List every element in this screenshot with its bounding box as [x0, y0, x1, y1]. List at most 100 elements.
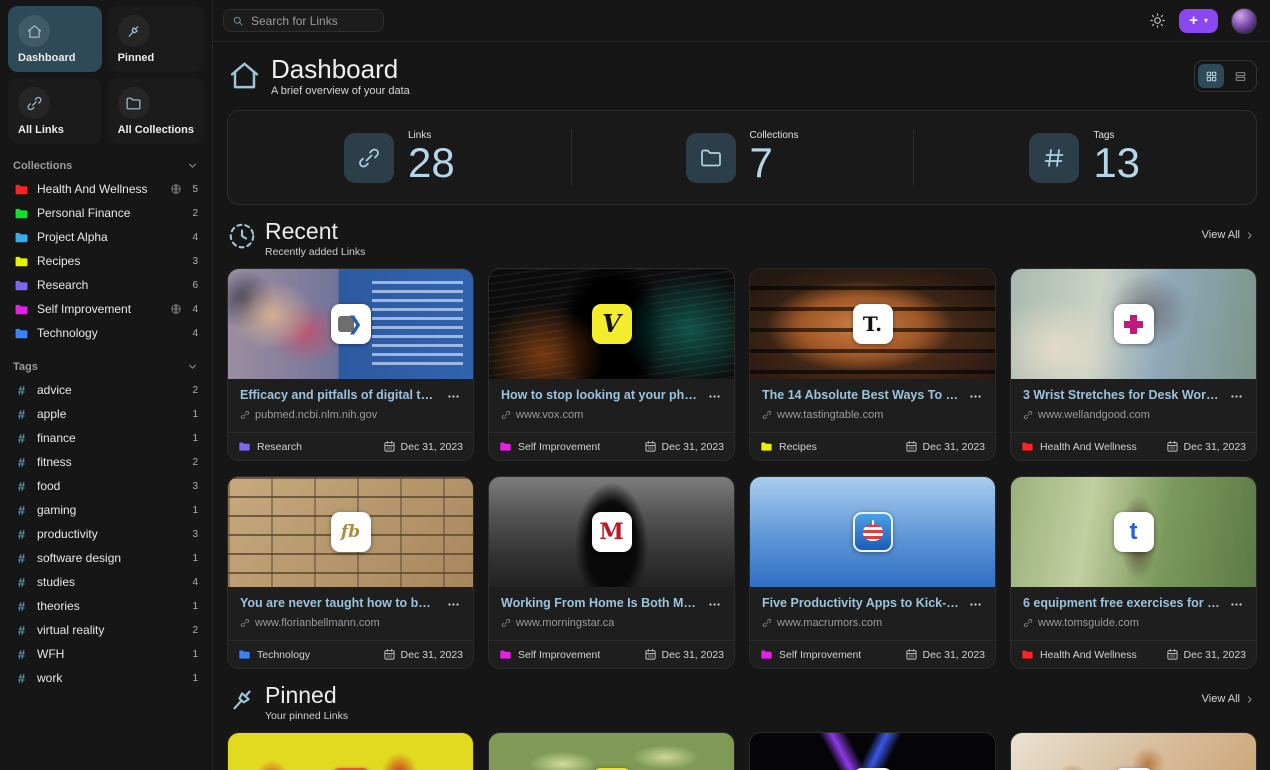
collection-item-self-improvement[interactable]: Self Improvement4 — [8, 297, 204, 321]
card-menu-button[interactable] — [707, 597, 722, 612]
search-bar[interactable] — [223, 9, 384, 32]
site-favicon — [1114, 304, 1154, 344]
add-new-button[interactable]: + ▾ — [1179, 9, 1218, 33]
recent-view-all-link[interactable]: View All — [1202, 229, 1255, 241]
tag-item-fitness[interactable]: #fitness2 — [8, 450, 204, 474]
link-card[interactable]: t6 equipment free exercises for sculptin… — [1010, 476, 1257, 669]
link-icon — [26, 95, 43, 112]
tag-item-finance[interactable]: #finance1 — [8, 426, 204, 450]
sidebar-item-all-links[interactable]: All Links — [8, 78, 102, 144]
sidebar-item-all-collections[interactable]: All Collections — [108, 78, 204, 144]
link-url-row: www.vox.com — [501, 409, 722, 421]
stat-collections: Collections7 — [571, 111, 914, 204]
collections-section-header[interactable]: Collections — [13, 159, 199, 172]
tag-count: 1 — [190, 505, 198, 516]
tag-item-wfh[interactable]: #WFH1 — [8, 642, 204, 666]
link-card[interactable]: Five Productivity Apps to Kick-Start the… — [749, 476, 996, 669]
card-collection-chip[interactable]: Health And Wellness — [1021, 440, 1137, 453]
tag-item-advice[interactable]: #advice2 — [8, 378, 204, 402]
tag-item-virtual-reality[interactable]: #virtual reality2 — [8, 618, 204, 642]
sidebar-item-dashboard[interactable]: Dashboard — [8, 6, 102, 72]
link-title: Efficacy and pitfalls of digital technol… — [240, 388, 438, 402]
card-menu-button[interactable] — [446, 389, 461, 404]
topbar: + ▾ — [213, 0, 1270, 42]
link-url: www.tastingtable.com — [777, 409, 883, 421]
tag-name: software design — [37, 551, 182, 565]
card-menu-button[interactable] — [707, 389, 722, 404]
card-menu-button[interactable] — [446, 597, 461, 612]
collection-item-recipes[interactable]: Recipes3 — [8, 249, 204, 273]
tag-count: 1 — [190, 673, 198, 684]
tag-count: 4 — [190, 577, 198, 588]
link-card[interactable]: ❯Efficacy and pitfalls of digital techno… — [227, 268, 474, 461]
card-collection-chip[interactable]: Research — [238, 440, 302, 453]
tag-item-apple[interactable]: #apple1 — [8, 402, 204, 426]
pinned-link-card[interactable] — [488, 732, 735, 770]
tag-item-gaming[interactable]: #gaming1 — [8, 498, 204, 522]
list-view-button[interactable] — [1227, 64, 1253, 88]
collection-name: Recipes — [779, 441, 817, 453]
link-card[interactable]: T.The 14 Absolute Best Ways To Elevate F… — [749, 268, 996, 461]
link-card[interactable]: VHow to stop looking at your phone - Vox… — [488, 268, 735, 461]
card-menu-button[interactable] — [968, 389, 983, 404]
user-avatar[interactable] — [1231, 8, 1257, 34]
tag-name: theories — [37, 599, 182, 613]
search-input[interactable] — [251, 14, 375, 28]
tag-item-food[interactable]: #food3 — [8, 474, 204, 498]
hash-icon — [1042, 146, 1066, 170]
link-card[interactable]: 3 Wrist Stretches for Desk Workers to D.… — [1010, 268, 1257, 461]
card-collection-chip[interactable]: Recipes — [760, 440, 817, 453]
tag-item-studies[interactable]: #studies4 — [8, 570, 204, 594]
card-collection-chip[interactable]: Health And Wellness — [1021, 648, 1137, 661]
pinned-link-card[interactable] — [1010, 732, 1257, 770]
link-title: 3 Wrist Stretches for Desk Workers to D.… — [1023, 388, 1221, 402]
collection-name: Recipes — [37, 254, 182, 268]
card-menu-button[interactable] — [968, 597, 983, 612]
nav-item-label: All Links — [18, 124, 64, 136]
card-menu-button[interactable] — [1229, 597, 1244, 612]
favicon-letter: fb — [341, 524, 360, 541]
tag-item-software-design[interactable]: #software design1 — [8, 546, 204, 570]
recent-title: Recent — [265, 220, 365, 243]
collection-item-research[interactable]: Research6 — [8, 273, 204, 297]
collection-item-technology[interactable]: Technology4 — [8, 321, 204, 345]
link-card[interactable]: MWorking From Home Is Both More and L...… — [488, 476, 735, 669]
theme-toggle-sun-icon[interactable] — [1149, 12, 1166, 29]
card-menu-button[interactable] — [1229, 389, 1244, 404]
pinned-link-card[interactable] — [227, 732, 474, 770]
link-thumbnail — [1011, 733, 1256, 770]
pinned-title: Pinned — [265, 684, 348, 707]
collection-item-health-and-wellness[interactable]: Health And Wellness5 — [8, 177, 204, 201]
sidebar-item-pinned[interactable]: Pinned — [108, 6, 204, 72]
tag-item-theories[interactable]: #theories1 — [8, 594, 204, 618]
card-collection-chip[interactable]: Self Improvement — [499, 440, 600, 453]
view-all-label: View All — [1202, 229, 1240, 241]
tag-count: 2 — [190, 625, 198, 636]
pinned-view-all-link[interactable]: View All — [1202, 693, 1255, 705]
tag-item-productivity[interactable]: #productivity3 — [8, 522, 204, 546]
globe-icon — [170, 183, 182, 195]
calendar-icon — [383, 440, 396, 453]
link-url-row: www.tomsguide.com — [1023, 617, 1244, 629]
view-all-label: View All — [1202, 693, 1240, 705]
collection-count: 4 — [190, 328, 198, 339]
link-card[interactable]: fbYou are never taught how to build qual… — [227, 476, 474, 669]
grid-view-button[interactable] — [1198, 64, 1224, 88]
link-thumbnail: T. — [750, 269, 995, 379]
card-collection-chip[interactable]: Self Improvement — [499, 648, 600, 661]
hash-icon: # — [14, 383, 29, 398]
collection-name: Self Improvement — [779, 649, 861, 661]
link-url: www.florianbellmann.com — [255, 617, 380, 629]
folder-icon — [1021, 648, 1034, 661]
tags-section-header[interactable]: Tags — [13, 360, 199, 373]
collection-item-personal-finance[interactable]: Personal Finance2 — [8, 201, 204, 225]
tag-name: fitness — [37, 455, 182, 469]
pinned-link-card[interactable] — [749, 732, 996, 770]
date-label: Dec 31, 2023 — [923, 441, 985, 453]
card-collection-chip[interactable]: Self Improvement — [760, 648, 861, 661]
sidebar: DashboardPinnedAll LinksAll Collections … — [0, 0, 213, 770]
collection-item-project-alpha[interactable]: Project Alpha4 — [8, 225, 204, 249]
link-icon — [240, 410, 250, 420]
card-collection-chip[interactable]: Technology — [238, 648, 310, 661]
tag-item-work[interactable]: #work1 — [8, 666, 204, 690]
